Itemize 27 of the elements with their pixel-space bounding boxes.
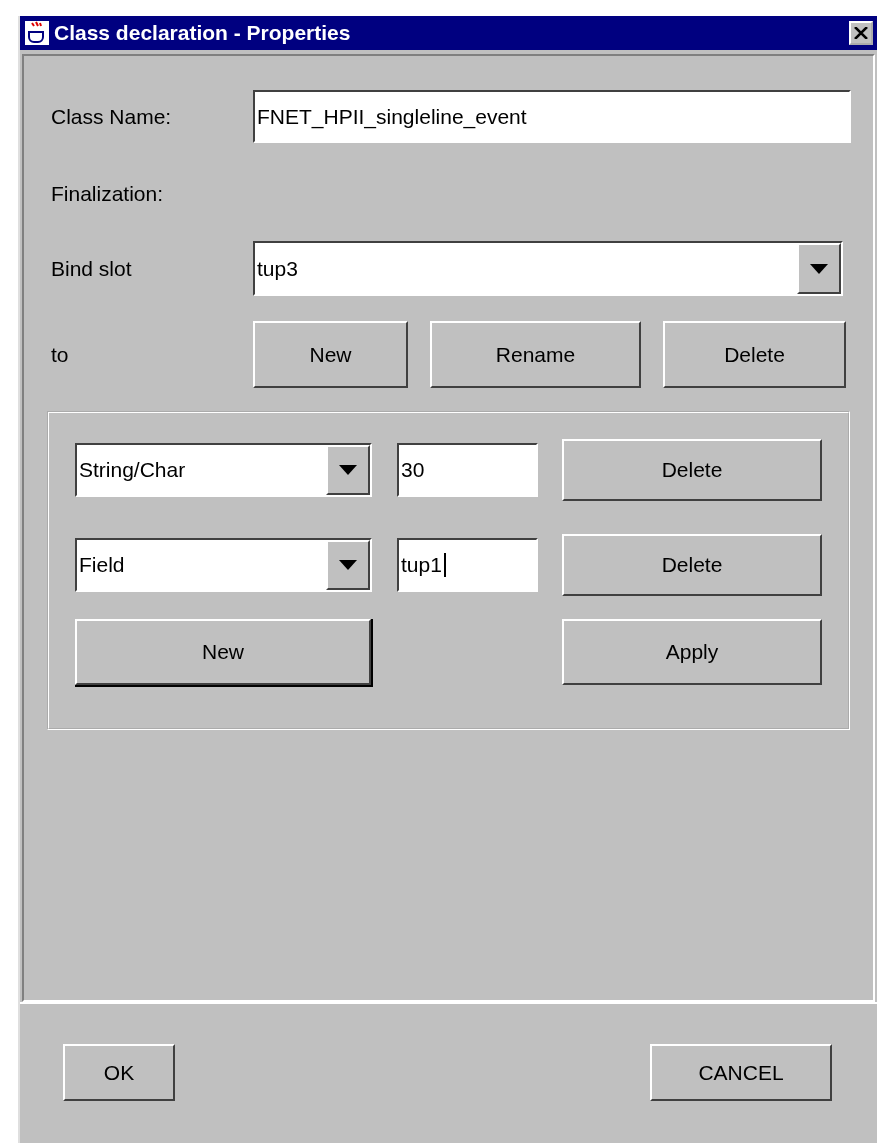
coffee-cup-icon	[24, 20, 50, 46]
action-button[interactable]: Apply	[562, 619, 822, 685]
field-label: Class Name:	[51, 104, 173, 129]
value-field[interactable]: tup1	[397, 538, 538, 592]
class-name-field[interactable]: FNET_HPII_singleline_event	[253, 90, 851, 143]
dropdown-arrow-icon	[810, 263, 828, 274]
field-label: Finalization:	[51, 182, 165, 206]
field-label: to	[51, 342, 70, 367]
type-dropdown[interactable]: Field	[75, 538, 372, 592]
value-field[interactable]: 30	[397, 443, 538, 497]
bind-slot-dropdown[interactable]: tup3	[253, 241, 843, 296]
action-button[interactable]: Delete	[663, 321, 846, 388]
delete-button[interactable]: Delete	[562, 439, 822, 501]
close-icon	[854, 27, 868, 39]
dialog-button[interactable]: CANCEL	[650, 1044, 832, 1101]
dropdown-arrow-icon	[339, 560, 357, 570]
action-button[interactable]: Rename	[430, 321, 641, 388]
type-dropdown[interactable]: String/Char	[75, 443, 372, 497]
delete-button[interactable]: Delete	[562, 534, 822, 596]
dialog-button[interactable]: OK	[63, 1044, 175, 1101]
action-button[interactable]: New	[75, 619, 371, 685]
close-button[interactable]	[849, 21, 873, 45]
action-button[interactable]: New	[253, 321, 408, 388]
window-title: Class declaration - Properties	[54, 21, 352, 45]
field-label: Bind slot	[51, 256, 133, 281]
dropdown-arrow-icon	[339, 465, 357, 475]
text-caret	[443, 553, 446, 577]
